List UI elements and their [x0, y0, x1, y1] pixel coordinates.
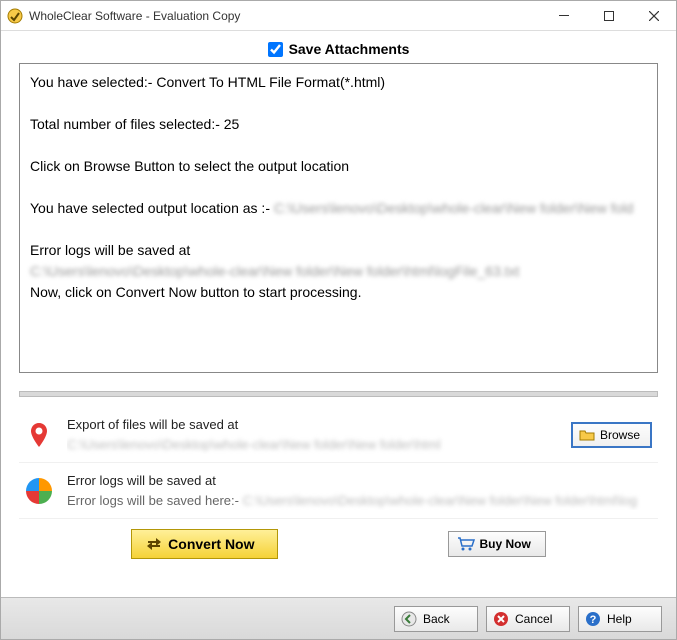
- folder-icon: [579, 428, 595, 442]
- log-line-4-prefix: You have selected output location as :-: [30, 200, 274, 216]
- minimize-button[interactable]: [541, 1, 586, 30]
- export-path: C:\Users\lenovo\Desktop\whole-clear\New …: [67, 435, 441, 455]
- save-attachments-label: Save Attachments: [289, 41, 410, 57]
- svg-text:?: ?: [590, 614, 597, 626]
- back-label: Back: [423, 612, 450, 626]
- log-panel: You have selected:- Convert To HTML File…: [19, 63, 658, 373]
- cart-icon: [457, 537, 475, 551]
- back-arrow-icon: [401, 611, 417, 627]
- separator: [19, 391, 658, 397]
- save-attachments-row: Save Attachments: [19, 39, 658, 63]
- log-line-7: Now, click on Convert Now button to star…: [30, 284, 361, 300]
- maximize-icon: [604, 11, 614, 21]
- pie-chart-icon: [25, 477, 53, 505]
- errlog-prefix: Error logs will be saved here:-: [67, 493, 243, 508]
- errlog-path: C:\Users\lenovo\Desktop\whole-clear\New …: [243, 491, 638, 511]
- buy-now-button[interactable]: Buy Now: [448, 531, 546, 557]
- cancel-icon: [493, 611, 509, 627]
- app-icon: [7, 8, 23, 24]
- convert-now-button[interactable]: Convert Now: [131, 529, 277, 559]
- convert-icon: [146, 536, 162, 552]
- log-line-4-path: C:\Users\lenovo\Desktop\whole-clear\New …: [274, 198, 633, 219]
- browse-button[interactable]: Browse: [571, 422, 652, 448]
- log-line-2: Total number of files selected:- 25: [30, 116, 239, 132]
- action-row: Convert Now Buy Now: [19, 519, 658, 567]
- close-icon: [649, 11, 659, 21]
- export-heading: Export of files will be saved at: [67, 415, 557, 435]
- errlog-heading: Error logs will be saved at: [67, 471, 652, 491]
- log-line-6-path: C:\Users\lenovo\Desktop\whole-clear\New …: [30, 261, 519, 282]
- log-line-3: Click on Browse Button to select the out…: [30, 158, 349, 174]
- help-button[interactable]: ? Help: [578, 606, 662, 632]
- help-icon: ?: [585, 611, 601, 627]
- location-pin-icon: [25, 421, 53, 449]
- cancel-label: Cancel: [515, 612, 552, 626]
- bottom-bar: Back Cancel ? Help: [1, 597, 676, 639]
- maximize-button[interactable]: [586, 1, 631, 30]
- window-title: WholeClear Software - Evaluation Copy: [29, 9, 541, 23]
- convert-label: Convert Now: [168, 536, 254, 552]
- log-line-5: Error logs will be saved at: [30, 242, 190, 258]
- log-line-1: You have selected:- Convert To HTML File…: [30, 74, 385, 90]
- save-attachments-checkbox[interactable]: [268, 42, 283, 57]
- buy-label: Buy Now: [480, 537, 531, 551]
- error-logs-row: Error logs will be saved at Error logs w…: [19, 463, 658, 519]
- help-label: Help: [607, 612, 632, 626]
- titlebar: WholeClear Software - Evaluation Copy: [1, 1, 676, 31]
- minimize-icon: [559, 11, 569, 21]
- browse-label: Browse: [600, 428, 640, 442]
- close-button[interactable]: [631, 1, 676, 30]
- export-location-row: Export of files will be saved at C:\User…: [19, 407, 658, 463]
- cancel-button[interactable]: Cancel: [486, 606, 570, 632]
- back-button[interactable]: Back: [394, 606, 478, 632]
